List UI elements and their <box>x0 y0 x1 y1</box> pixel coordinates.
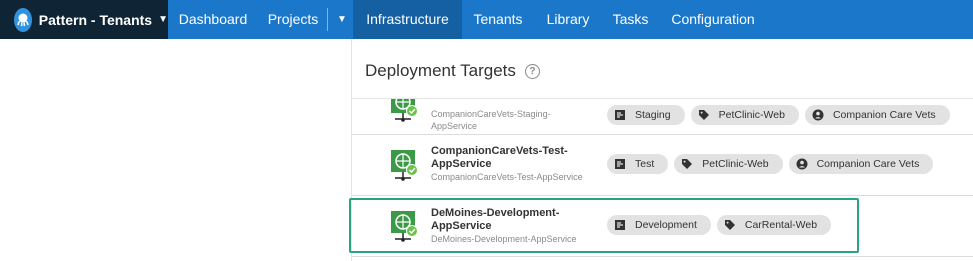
environment-chip-label: Staging <box>635 109 671 121</box>
environment-chip-label: Test <box>635 158 655 170</box>
nav-configuration[interactable]: Configuration <box>659 0 767 39</box>
nav-library[interactable]: Library <box>534 0 602 39</box>
projects-chevron-down-icon[interactable]: ▼ <box>332 0 352 39</box>
target-subname-line: CompanionCareVets-Staging- AppService <box>431 109 551 131</box>
tag-chip-label: PetClinic-Web <box>702 158 769 170</box>
environment-chip[interactable]: Test <box>607 154 669 174</box>
tag-icon <box>680 157 694 171</box>
octopus-logo-icon <box>14 7 32 32</box>
target-web-app-icon <box>390 99 420 124</box>
top-navigation-bar: Pattern - Tenants ▼ Dashboard Projects ▼… <box>0 0 973 39</box>
tenant-icon <box>795 157 809 171</box>
environment-icon <box>613 157 627 171</box>
tenant-chip-label: Companion Care Vets <box>832 109 936 121</box>
tenant-chip[interactable]: Companion Care Vets <box>788 154 934 174</box>
nav-projects[interactable]: Projects <box>258 0 328 39</box>
tag-chip[interactable]: PetClinic-Web <box>674 154 783 174</box>
tag-icon <box>697 108 711 122</box>
space-name: Pattern - Tenants <box>38 11 153 28</box>
target-chips: Test PetClinic-Web Companion Care Vets <box>607 154 934 174</box>
target-name[interactable]: CompanionCareVets-Test-AppService <box>431 145 591 171</box>
target-row[interactable]: CompanionCareVets-Test-AppService Compan… <box>352 135 973 195</box>
nav-tenants[interactable]: Tenants <box>462 0 534 39</box>
space-switcher[interactable]: Pattern - Tenants ▼ <box>0 0 168 39</box>
help-icon[interactable]: ? <box>524 63 540 79</box>
panel-title: Deployment Targets <box>365 61 516 80</box>
nav-dashboard[interactable]: Dashboard <box>168 0 258 39</box>
space-chevron-down-icon: ▼ <box>158 14 168 25</box>
target-row[interactable]: CompanionCareVets-Staging- AppService St… <box>352 99 973 136</box>
row-divider <box>352 256 973 257</box>
target-web-app-icon <box>390 149 420 183</box>
tenant-icon <box>811 108 825 122</box>
nav-infrastructure[interactable]: Infrastructure <box>353 0 462 39</box>
target-chips: Staging PetClinic-Web Companion Care Vet… <box>607 105 950 125</box>
environment-chip[interactable]: Staging <box>607 105 685 125</box>
tag-chip[interactable]: PetClinic-Web <box>690 105 799 125</box>
tenant-chip-label: Companion Care Vets <box>816 158 920 170</box>
highlighted-target-outline <box>349 198 859 253</box>
environment-icon <box>613 108 627 122</box>
tag-chip-label: PetClinic-Web <box>718 109 785 121</box>
tenant-chip[interactable]: Companion Care Vets <box>804 105 950 125</box>
nav-tasks[interactable]: Tasks <box>602 0 659 39</box>
projects-divider <box>327 8 328 31</box>
target-subname: CompanionCareVets-Test-AppService <box>431 172 583 182</box>
target-subname: CompanionCareVets-Staging- AppService <box>431 108 551 132</box>
